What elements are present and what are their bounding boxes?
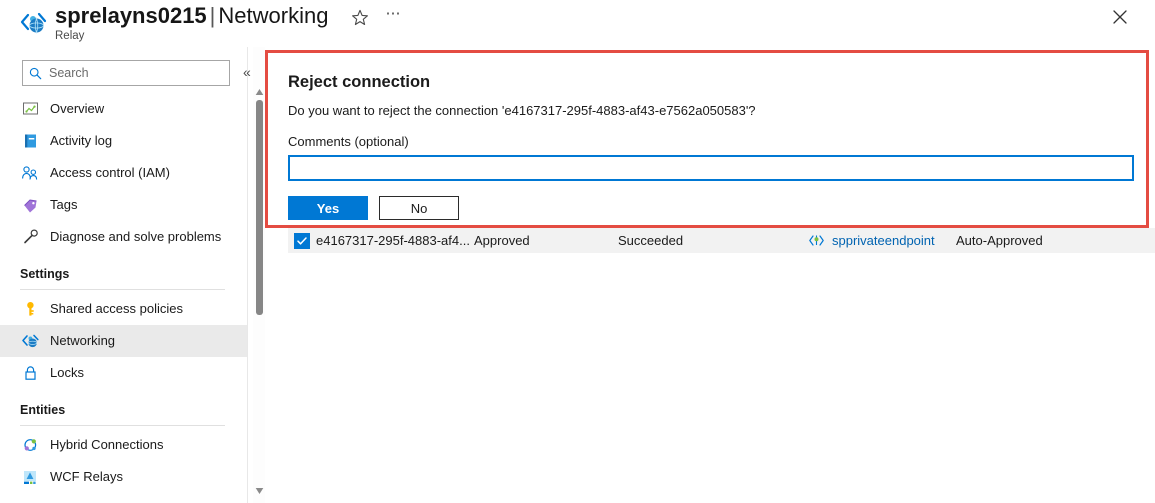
networking-icon (20, 332, 40, 350)
sidebar-item-access-control[interactable]: Access control (IAM) (0, 157, 247, 189)
yes-button[interactable]: Yes (288, 196, 368, 220)
table-row[interactable]: e4167317-295f-4883-af4... Approved Succe… (288, 228, 1155, 253)
sidebar-group-entities: Entities (0, 389, 247, 420)
access-control-icon (20, 164, 40, 182)
resource-name: sprelayns0215 (55, 3, 207, 28)
diagnose-icon (20, 228, 40, 246)
divider (20, 289, 225, 290)
cell-private-endpoint: spprivateendpoint (808, 233, 956, 248)
divider (20, 425, 225, 426)
sidebar-item-label: Hybrid Connections (50, 437, 164, 452)
lock-icon (20, 364, 40, 382)
close-icon[interactable] (1108, 5, 1132, 29)
cell-connection-name: e4167317-295f-4883-af4... (316, 233, 470, 248)
sidebar-item-label: Diagnose and solve problems (50, 229, 222, 244)
sidebar-item-locks[interactable]: Locks (0, 357, 247, 389)
sidebar-item-label: WCF Relays (50, 469, 123, 484)
dialog-actions: Yes No (288, 196, 1126, 220)
sidebar-item-label: Overview (50, 101, 105, 116)
sidebar-item-activity-log[interactable]: Activity log (0, 125, 247, 157)
sidebar-item-networking[interactable]: Networking (0, 325, 247, 357)
sidebar-item-label: Access control (IAM) (50, 165, 170, 180)
page-name: Networking (218, 3, 329, 28)
comments-input[interactable] (288, 155, 1134, 181)
key-icon (20, 300, 40, 318)
cell-connection-state: Approved (474, 233, 530, 248)
sidebar-item-label: Activity log (50, 133, 113, 148)
tags-icon (20, 196, 40, 214)
chevron-double-left-icon[interactable]: « (243, 64, 251, 80)
sidebar-group-settings: Settings (0, 253, 247, 284)
relay-icon (18, 9, 48, 37)
search-box[interactable] (22, 60, 230, 86)
reject-connection-dialog: Reject connection Do you want to reject … (272, 56, 1142, 222)
dialog-question: Do you want to reject the connection 'e4… (288, 103, 756, 118)
search-input[interactable] (47, 65, 212, 81)
cell-provisioning-state: Succeeded (618, 233, 684, 248)
sidebar-group-title: Settings (20, 267, 70, 281)
title-separator: | (209, 3, 216, 28)
blade-sidebar: « Overview (0, 47, 251, 503)
overview-icon (20, 100, 40, 118)
sidebar-item-shared-access-policies[interactable]: Shared access policies (0, 293, 247, 325)
activity-log-icon (20, 132, 40, 150)
page-title-block: sprelayns0215 | Networking Relay (55, 0, 328, 43)
cell-description: Auto-Approved (956, 233, 1043, 248)
star-icon[interactable] (349, 7, 371, 29)
scroll-down-arrow-icon[interactable] (255, 487, 264, 495)
blade-header: sprelayns0215 | Networking Relay ⋯ (0, 0, 1155, 47)
sidebar-group-title: Entities (20, 403, 66, 417)
scroll-up-arrow-icon[interactable] (255, 88, 264, 96)
no-button[interactable]: No (379, 196, 459, 220)
search-container (22, 60, 230, 86)
sidebar-scrollbar-thumb[interactable] (256, 100, 263, 315)
sidebar-item-tags[interactable]: Tags (0, 189, 247, 221)
sidebar-nav: Overview Activity log Access control (IA… (0, 93, 247, 493)
sidebar-item-wcf-relays[interactable]: WCF Relays (0, 461, 247, 493)
azure-portal-blade: sprelayns0215 | Networking Relay ⋯ Searc… (0, 0, 1155, 503)
comments-label: Comments (optional) (288, 134, 409, 149)
sidebar-item-label: Networking (50, 333, 116, 348)
dialog-title: Reject connection (288, 73, 431, 91)
ellipsis-icon[interactable]: ⋯ (382, 6, 404, 28)
resource-type-label: Relay (55, 30, 85, 42)
checkmark-icon (294, 232, 310, 249)
search-icon (29, 67, 42, 80)
wcf-relays-icon (20, 468, 40, 486)
private-endpoint-icon (808, 233, 825, 248)
sidebar-item-diagnose[interactable]: Diagnose and solve problems (0, 221, 247, 253)
sidebar-item-hybrid-connections[interactable]: Hybrid Connections (0, 429, 247, 461)
row-checkbox[interactable] (288, 232, 316, 249)
connections-table: e4167317-295f-4883-af4... Approved Succe… (288, 228, 1155, 253)
page-title: sprelayns0215 | Networking (55, 0, 328, 30)
sidebar-item-overview[interactable]: Overview (0, 93, 247, 125)
sidebar-item-label: Shared access policies (50, 301, 183, 316)
sidebar-item-label: Tags (50, 197, 78, 212)
hybrid-connections-icon (20, 436, 40, 454)
private-endpoint-link[interactable]: spprivateendpoint (832, 233, 935, 248)
sidebar-item-label: Locks (50, 365, 84, 380)
